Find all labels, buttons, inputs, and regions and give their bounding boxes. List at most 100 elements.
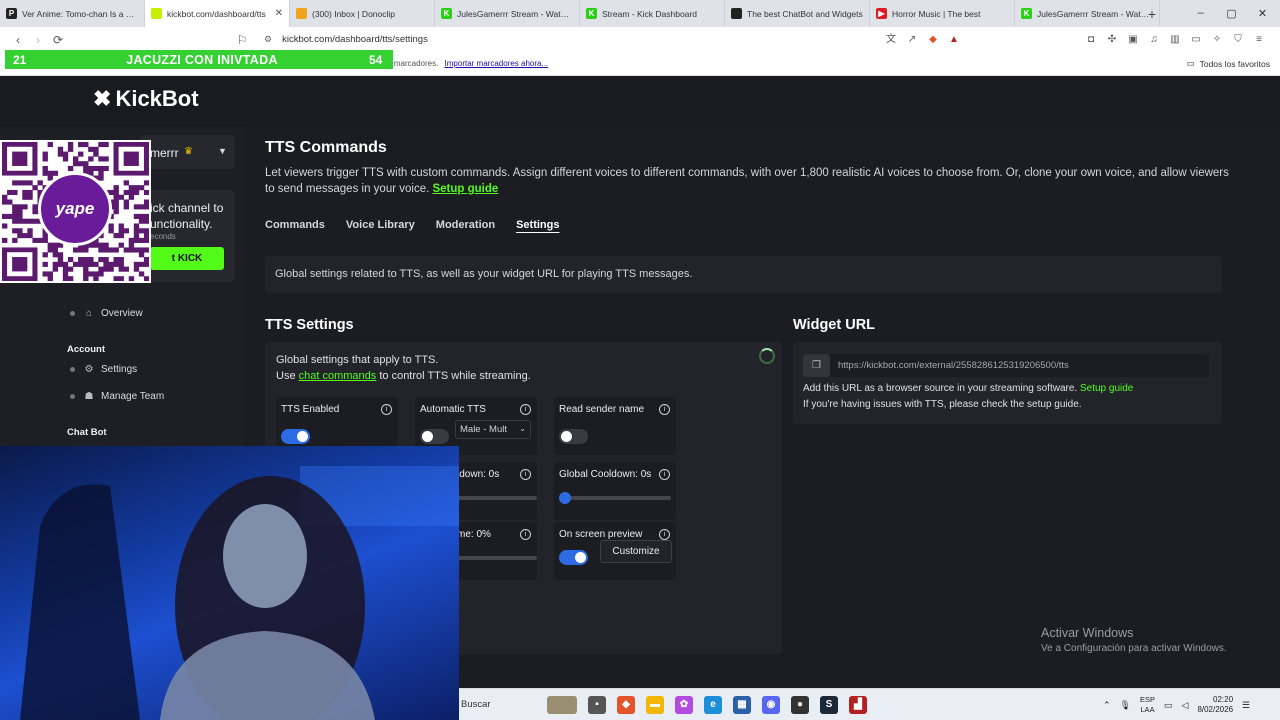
browser-tab[interactable]: K JulesGamerrr Stream - Watch Li	[435, 0, 580, 27]
tab-moderation[interactable]: Moderation	[436, 219, 495, 231]
menu-icon[interactable]: ≡	[1253, 34, 1265, 46]
sidebar-icon[interactable]: ▥	[1169, 34, 1181, 46]
extensions-icon[interactable]: ✣	[1106, 34, 1118, 46]
network-icon[interactable]: ▭	[1164, 700, 1173, 711]
yape-qr-code: yape	[0, 140, 151, 283]
info-icon[interactable]: i	[381, 404, 392, 415]
sidebar-item-overview[interactable]: ⌂ Overview	[70, 308, 143, 319]
leo-ai-icon[interactable]: ✧	[1211, 34, 1223, 46]
sidebar-section-account: Account	[67, 344, 105, 355]
qr-module	[143, 228, 149, 234]
notifications-icon[interactable]: ☰	[1242, 700, 1250, 711]
task-view-icon[interactable]: ▪	[588, 696, 606, 714]
tab-voice-library[interactable]: Voice Library	[346, 219, 415, 231]
url-field[interactable]: ⚙ kickbot.com/dashboard/tts/settings	[258, 29, 978, 49]
qr-module	[88, 146, 94, 152]
forward-icon[interactable]: ›	[28, 33, 48, 47]
cooldown-slider[interactable]	[457, 496, 537, 500]
copilot-icon[interactable]: ✿	[675, 696, 693, 714]
import-bookmarks-link[interactable]: Importar marcadores ahora...	[445, 59, 549, 68]
chat-commands-link[interactable]: chat commands	[299, 370, 377, 382]
global-cooldown-slider[interactable]	[559, 492, 671, 504]
voice-select[interactable]: Male - Mult ⌄	[455, 420, 531, 439]
address-actions: 文 ↗ ◆ ▲	[885, 27, 960, 52]
browser-tab[interactable]: K Stream - Kick Dashboard	[580, 0, 725, 27]
automatic-tts-toggle[interactable]	[420, 429, 449, 444]
site-info-icon[interactable]: ⚙	[264, 34, 272, 45]
info-icon[interactable]: i	[659, 404, 670, 415]
qr-module	[118, 194, 124, 200]
maximize-icon[interactable]: ▢	[1216, 7, 1247, 20]
obs-icon[interactable]: ●	[791, 696, 809, 714]
tab-title: The best ChatBot and Widgets	[747, 8, 863, 19]
widget-setup-guide-link[interactable]: Setup guide	[1080, 383, 1133, 394]
edge-icon[interactable]: e	[704, 696, 722, 714]
on-screen-preview-toggle[interactable]	[559, 550, 588, 565]
info-icon[interactable]: i	[520, 529, 531, 540]
bookmark-icon[interactable]: ⚐	[232, 33, 252, 47]
customize-button[interactable]: Customize	[600, 540, 672, 563]
info-icon[interactable]: i	[520, 469, 531, 480]
media-icon[interactable]: ♫	[1148, 34, 1160, 46]
new-tab-button[interactable]: +	[1140, 6, 1164, 22]
back-icon[interactable]: ‹	[8, 33, 28, 47]
brave-rewards-icon[interactable]: ▲	[948, 34, 960, 46]
brave-browser-icon[interactable]: ◆	[617, 696, 635, 714]
volume-slider[interactable]	[457, 556, 537, 560]
sidebar-item-manage-team[interactable]: ☗ Manage Team	[70, 391, 164, 402]
browser-tab[interactable]: P Ver Anime: Tomo-chan Is a Girl	[0, 0, 145, 27]
wallet-icon[interactable]: ▭	[1190, 34, 1202, 46]
info-icon[interactable]: i	[659, 469, 670, 480]
language-indicator[interactable]: ESP LAA	[1140, 695, 1155, 715]
sidebar-item-settings[interactable]: ⚙ Settings	[70, 364, 137, 375]
browser-tab[interactable]: K JulesGamerrr Stream - Watch Li	[1015, 0, 1160, 27]
read-sender-toggle[interactable]	[559, 429, 588, 444]
copy-icon[interactable]: ❐	[803, 354, 830, 377]
microphone-icon[interactable]: 🎙	[1120, 700, 1131, 711]
vpn-icon[interactable]: ⛉	[1232, 34, 1244, 46]
info-icon[interactable]: i	[520, 404, 531, 415]
browser-tab[interactable]: The best ChatBot and Widgets	[725, 0, 870, 27]
qr-module	[47, 271, 53, 277]
volume-icon[interactable]: ◁	[1182, 700, 1189, 711]
browser-tab[interactable]: kickbot.com/dashboard/tts ✕	[145, 0, 290, 27]
connect-kick-button[interactable]: t KICK	[150, 247, 224, 270]
extension-1-icon[interactable]: ◘	[1085, 34, 1097, 46]
crown-icon: ♛	[184, 146, 193, 157]
tray-chevron-icon[interactable]: ⌃	[1103, 700, 1111, 711]
tab-commands[interactable]: Commands	[265, 219, 325, 231]
minimize-icon[interactable]: –	[1185, 7, 1216, 20]
app-red-icon[interactable]: ▟	[849, 696, 867, 714]
browser-tab[interactable]: (300) Inbox | Donoclip	[290, 0, 435, 27]
info-icon[interactable]: i	[659, 529, 670, 540]
slider-thumb[interactable]	[559, 492, 571, 504]
all-bookmarks[interactable]: ▭ Todos los favoritos	[1187, 58, 1270, 69]
discord-icon[interactable]: ◉	[762, 696, 780, 714]
page-description: Let viewers trigger TTS with custom comm…	[265, 165, 1230, 197]
qr-module	[32, 185, 38, 191]
taskbar-clock[interactable]: 02:20 8/02/2026	[1197, 695, 1233, 715]
close-window-icon[interactable]: ✕	[1247, 7, 1278, 20]
kickbot-logo[interactable]: ✖ KickBot	[93, 86, 199, 112]
qr-module	[83, 257, 89, 263]
tab-settings[interactable]: Settings	[516, 219, 559, 231]
translate-icon[interactable]: 文	[885, 34, 897, 46]
taskbar-search[interactable]: Buscar	[459, 699, 539, 710]
search-highlight-icon[interactable]	[547, 696, 577, 714]
setup-guide-link[interactable]: Setup guide	[432, 183, 498, 195]
chevron-down-icon[interactable]: ▼	[218, 146, 227, 156]
close-tab-icon[interactable]: ✕	[275, 8, 283, 19]
tts-enabled-toggle[interactable]	[281, 429, 310, 444]
brave-shield-icon[interactable]: ◆	[927, 34, 939, 46]
file-explorer-icon[interactable]: ▬	[646, 696, 664, 714]
store-icon[interactable]: ▦	[733, 696, 751, 714]
share-icon[interactable]: ↗	[906, 34, 918, 46]
steam-icon[interactable]: S	[820, 696, 838, 714]
qr-module	[2, 194, 8, 200]
reload-icon[interactable]: ⟳	[48, 33, 68, 47]
widget-url-field[interactable]: ❐ https://kickbot.com/external/255828612…	[803, 354, 1209, 377]
screenshot-icon[interactable]: ▣	[1127, 34, 1139, 46]
qr-module	[103, 156, 109, 162]
browser-tab[interactable]: ▶ Horror Music | The best	[870, 0, 1015, 27]
qr-module	[32, 204, 38, 210]
